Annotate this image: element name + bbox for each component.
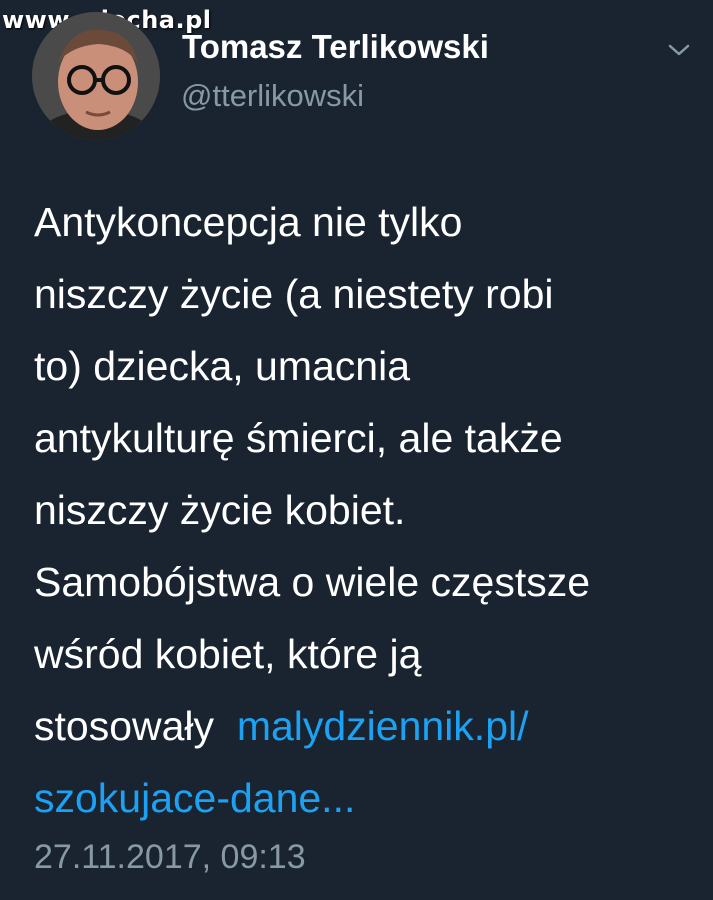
tweet-line-last: stosowały malydziennik.pl/ bbox=[34, 690, 694, 762]
tweet-line: niszczy życie (a niestety robi bbox=[34, 271, 554, 317]
tweet-line: Antykoncepcja nie tylko bbox=[34, 199, 463, 245]
tweet-timestamp[interactable]: 27.11.2017, 09:13 bbox=[34, 838, 306, 877]
user-handle[interactable]: @tterlikowski bbox=[181, 78, 364, 114]
tweet-line: niszczy życie kobiet. bbox=[34, 487, 406, 533]
avatar-photo-icon bbox=[32, 12, 160, 140]
tweet-line: Samobójstwa o wiele częstsze bbox=[34, 559, 591, 605]
tweet-line-text: stosowały bbox=[34, 703, 215, 749]
tweet-line: wśród kobiet, które ją bbox=[34, 631, 422, 677]
tweet-text: Antykoncepcja nie tylko niszczy życie (a… bbox=[34, 186, 694, 834]
avatar[interactable] bbox=[32, 12, 160, 140]
tweet-line: antykulturę śmierci, ale także bbox=[34, 415, 563, 461]
tweet-line: to) dziecka, umacnia bbox=[34, 343, 411, 389]
display-name[interactable]: Tomasz Terlikowski bbox=[182, 28, 489, 66]
article-link[interactable]: malydziennik.pl/ bbox=[237, 703, 529, 749]
article-link-continued[interactable]: szokujace-dane... bbox=[34, 762, 694, 834]
chevron-down-icon[interactable] bbox=[664, 40, 694, 60]
